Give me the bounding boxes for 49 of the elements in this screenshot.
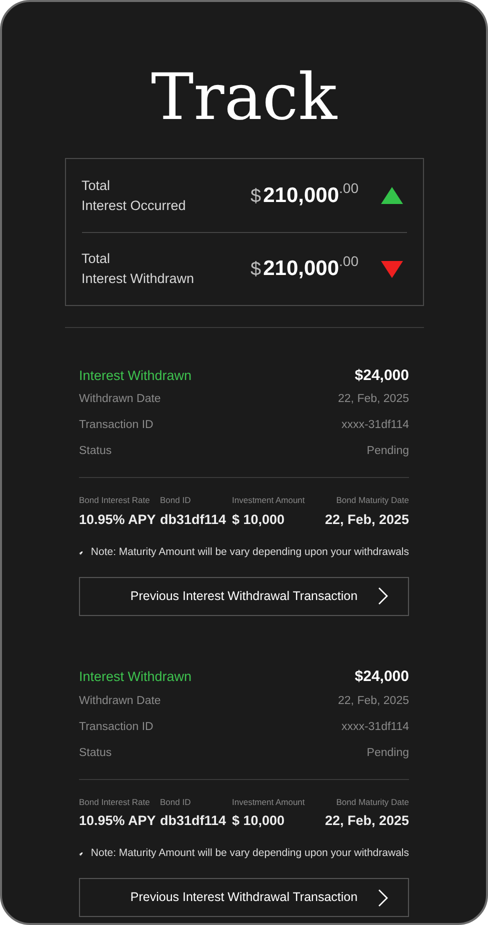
detail-label: Withdrawn Date bbox=[79, 392, 161, 408]
detail-label: Transaction ID bbox=[79, 418, 154, 434]
note-text: Note: Maturity Amount will be vary depending upon your withdrawals bbox=[90, 544, 409, 560]
page-title: Track bbox=[150, 60, 338, 137]
bond-value: 22, Feb, 2025 bbox=[324, 510, 409, 529]
bond-value: db31df114 bbox=[160, 812, 228, 830]
summary-label: Interest Occurred bbox=[82, 196, 187, 214]
chevron-right-icon bbox=[378, 587, 388, 605]
chevron-right-icon bbox=[378, 888, 388, 906]
bond-label: Investment Amount bbox=[232, 796, 306, 808]
previous-transactions-button[interactable]: Previous Interest Withdrawal Transaction bbox=[79, 878, 409, 917]
total-amount: 210,000 bbox=[263, 182, 340, 209]
cents: .00 bbox=[339, 178, 358, 198]
detail-value: 22, Feb, 2025 bbox=[338, 694, 409, 709]
bond-value: 22, Feb, 2025 bbox=[324, 812, 409, 830]
bond-label: Bond ID bbox=[160, 494, 192, 507]
detail-label: Status bbox=[79, 444, 112, 460]
bond-value: $ 10,000 bbox=[232, 812, 286, 830]
cents: .00 bbox=[339, 252, 358, 272]
bond-label: Bond Maturity Date bbox=[336, 494, 409, 507]
bond-value: db31df114 bbox=[160, 510, 228, 529]
transaction-amount: $24,000 bbox=[354, 366, 409, 386]
detail-value: Pending bbox=[366, 444, 409, 460]
summary-label: Interest Withdrawn bbox=[82, 270, 196, 288]
transaction-type: Interest Withdrawn bbox=[79, 366, 192, 385]
bond-label: Bond Maturity Date bbox=[336, 796, 409, 808]
transaction-amount: $24,000 bbox=[354, 667, 409, 688]
transaction-type: Interest Withdrawn bbox=[79, 668, 192, 686]
bond-label: Bond Interest Rate bbox=[79, 494, 151, 507]
summary-label: Total bbox=[82, 176, 112, 194]
bond-value: 10.95% APY bbox=[79, 812, 157, 830]
detail-value: xxxx-31df114 bbox=[341, 418, 409, 434]
previous-transactions-button[interactable]: Previous Interest Withdrawal Transaction bbox=[79, 576, 409, 616]
bond-value: 10.95% APY bbox=[79, 510, 157, 529]
bond-label: Investment Amount bbox=[232, 494, 306, 507]
bond-value: $ 10,000 bbox=[232, 510, 286, 529]
detail-label: Status bbox=[79, 746, 112, 761]
detail-value: 22, Feb, 2025 bbox=[338, 392, 409, 408]
detail-label: Withdrawn Date bbox=[79, 694, 161, 709]
currency-sign: $ bbox=[250, 258, 262, 282]
note-text: Note: Maturity Amount will be vary depending upon your withdrawals bbox=[90, 846, 409, 862]
currency-sign: $ bbox=[250, 184, 262, 209]
detail-value: xxxx-31df114 bbox=[341, 720, 409, 735]
total-amount: 210,000 bbox=[263, 256, 340, 282]
bond-label: Bond Interest Rate bbox=[79, 796, 151, 808]
summary-label: Total bbox=[82, 250, 112, 268]
bond-label: Bond ID bbox=[160, 796, 192, 808]
detail-value: Pending bbox=[366, 746, 409, 761]
detail-label: Transaction ID bbox=[79, 720, 154, 735]
